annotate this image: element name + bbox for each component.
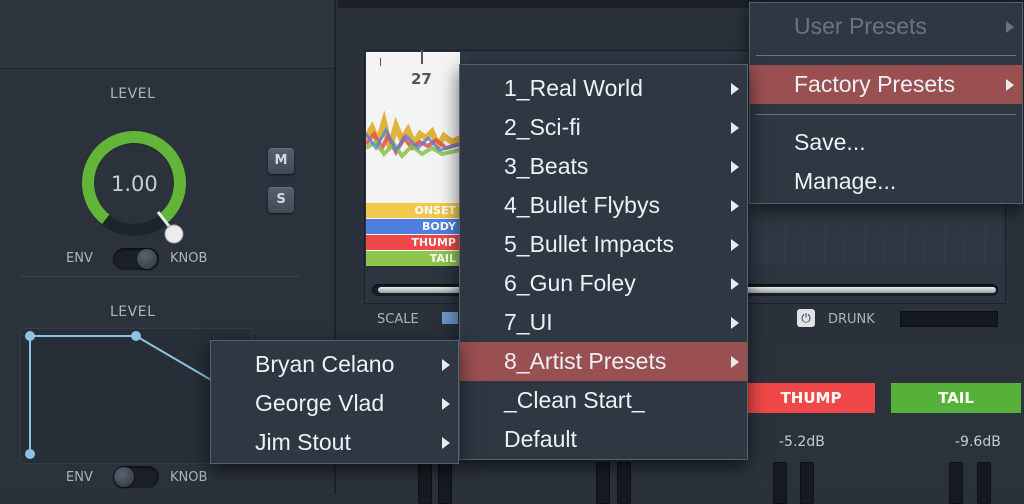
toggle-thumb-2 xyxy=(114,467,134,487)
lane-body[interactable]: BODY xyxy=(366,219,460,234)
thump-db-value: -5.2dB xyxy=(779,434,825,450)
level-meter xyxy=(438,462,452,504)
scale-label: SCALE xyxy=(377,312,419,327)
preset-menu: User Presets Factory Presets Save... Man… xyxy=(749,2,1023,204)
submenu-arrow-icon xyxy=(731,356,739,368)
level-meter xyxy=(800,462,814,504)
menu-item-label: 2_Sci-fi xyxy=(504,114,581,140)
solo-button[interactable]: S xyxy=(268,187,294,213)
level-label-2: LEVEL xyxy=(110,304,156,320)
knob-value: 1.00 xyxy=(111,172,158,196)
env-label: ENV xyxy=(66,251,93,266)
menu-item-ui[interactable]: 7_UI xyxy=(460,303,747,342)
drunk-slider[interactable] xyxy=(900,311,998,327)
level-meter xyxy=(773,462,787,504)
menu-item-bryan-celano[interactable]: Bryan Celano xyxy=(211,345,458,384)
submenu-arrow-icon xyxy=(731,317,739,329)
drunk-label: DRUNK xyxy=(828,312,875,327)
menu-item-george-vlad[interactable]: George Vlad xyxy=(211,384,458,423)
ruler-tick xyxy=(421,50,423,64)
menu-item-label: _Clean Start_ xyxy=(504,387,645,413)
thump-band-label[interactable]: THUMP xyxy=(747,383,875,413)
menu-item-label: Manage... xyxy=(794,168,897,194)
submenu-arrow-icon xyxy=(442,398,450,410)
menu-item-label: 4_Bullet Flybys xyxy=(504,192,660,218)
level-meter xyxy=(418,462,432,504)
menu-item-bullet-flybys[interactable]: 4_Bullet Flybys xyxy=(460,186,747,225)
menu-item-label: Save... xyxy=(794,129,866,155)
level-meter xyxy=(596,462,610,504)
mute-button[interactable]: M xyxy=(268,148,294,174)
menu-item-label: Default xyxy=(504,426,577,452)
menu-item-jim-stout[interactable]: Jim Stout xyxy=(211,423,458,462)
menu-item-artist-presets[interactable]: 8_Artist Presets xyxy=(460,342,747,381)
menu-item-manage[interactable]: Manage... xyxy=(750,162,1022,201)
menu-item-factory-presets[interactable]: Factory Presets xyxy=(750,65,1022,104)
submenu-arrow-icon xyxy=(731,83,739,95)
menu-item-label: George Vlad xyxy=(255,390,385,416)
menu-item-label: Bryan Celano xyxy=(255,351,395,377)
power-icon[interactable]: ⏻ xyxy=(797,309,815,327)
menu-item-label: Factory Presets xyxy=(794,71,956,97)
ruler-tick xyxy=(380,58,381,66)
level-meter xyxy=(617,462,631,504)
menu-item-label: 7_UI xyxy=(504,309,553,335)
toggle-thumb xyxy=(137,249,157,269)
menu-item-clean-start[interactable]: _Clean Start_ xyxy=(460,381,747,420)
section-divider xyxy=(20,276,300,277)
menu-separator xyxy=(756,55,1016,56)
menu-item-default[interactable]: Default xyxy=(460,420,747,459)
submenu-arrow-icon xyxy=(1006,79,1014,91)
level-label: LEVEL xyxy=(110,86,156,102)
level-meter xyxy=(949,462,963,504)
menu-item-label: 6_Gun Foley xyxy=(504,270,636,296)
lane-thump[interactable]: THUMP xyxy=(366,235,460,250)
submenu-arrow-icon xyxy=(442,437,450,449)
artist-presets-submenu: Bryan Celano George Vlad Jim Stout xyxy=(210,340,459,464)
menu-item-real-world[interactable]: 1_Real World xyxy=(460,69,747,108)
menu-item-label: 8_Artist Presets xyxy=(504,348,667,374)
factory-presets-submenu: 1_Real World 2_Sci-fi 3_Beats 4_Bullet F… xyxy=(459,64,748,460)
scale-slider[interactable] xyxy=(442,312,458,324)
submenu-arrow-icon xyxy=(731,161,739,173)
menu-item-label: User Presets xyxy=(794,13,927,39)
left-panel-header xyxy=(0,0,334,69)
submenu-arrow-icon xyxy=(731,200,739,212)
waveform-trace xyxy=(366,110,460,160)
ruler-marker: 27 xyxy=(411,70,432,88)
menu-item-label: 1_Real World xyxy=(504,75,643,101)
menu-item-gun-foley[interactable]: 6_Gun Foley xyxy=(460,264,747,303)
env-label-2: ENV xyxy=(66,470,93,485)
menu-item-label: Jim Stout xyxy=(255,429,351,455)
menu-item-save[interactable]: Save... xyxy=(750,123,1022,162)
lane-tail[interactable]: TAIL xyxy=(366,251,460,266)
lane-onset[interactable]: ONSET xyxy=(366,203,460,218)
tail-band-label[interactable]: TAIL xyxy=(891,383,1021,413)
level-meter xyxy=(977,462,991,504)
menu-item-label: 5_Bullet Impacts xyxy=(504,231,675,257)
tail-db-value: -9.6dB xyxy=(955,434,1001,450)
knob-label-2: KNOB xyxy=(170,470,208,485)
submenu-arrow-icon xyxy=(442,359,450,371)
menu-item-user-presets[interactable]: User Presets xyxy=(750,7,1022,46)
menu-item-bullet-impacts[interactable]: 5_Bullet Impacts xyxy=(460,225,747,264)
menu-item-label: 3_Beats xyxy=(504,153,589,179)
envelope-curve[interactable] xyxy=(18,324,228,464)
submenu-arrow-icon xyxy=(731,122,739,134)
knob-label: KNOB xyxy=(170,251,208,266)
menu-separator xyxy=(756,114,1016,115)
submenu-arrow-icon xyxy=(731,278,739,290)
submenu-arrow-icon xyxy=(731,239,739,251)
submenu-arrow-icon xyxy=(1006,21,1014,33)
menu-item-beats[interactable]: 3_Beats xyxy=(460,147,747,186)
menu-item-sci-fi[interactable]: 2_Sci-fi xyxy=(460,108,747,147)
